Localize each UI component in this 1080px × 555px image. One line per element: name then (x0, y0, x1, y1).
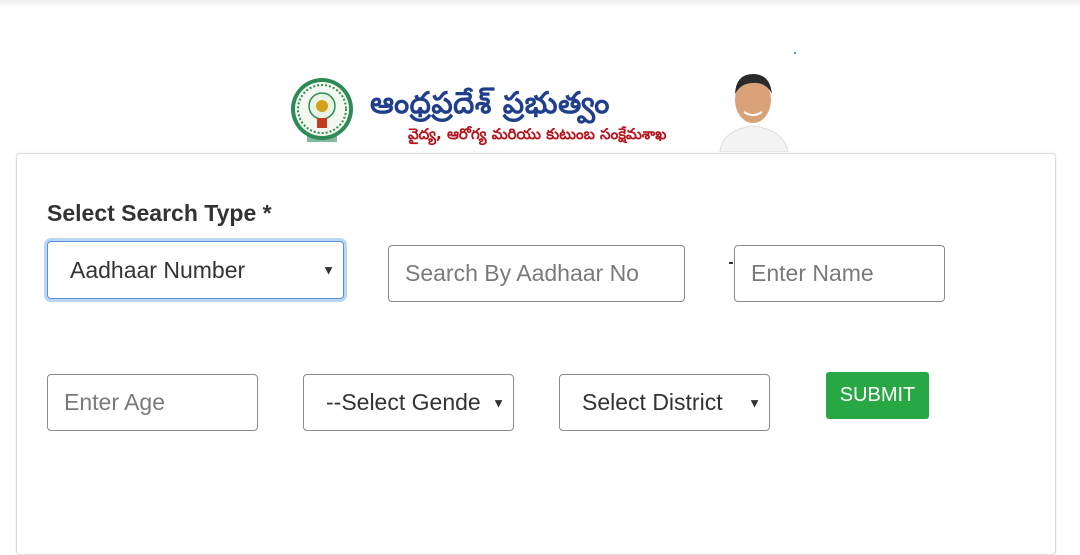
gender-select[interactable]: --Select Gende ▼ (303, 374, 514, 431)
decorative-dot (794, 52, 796, 54)
page-header: ఆంధ్రప్రదేశ్ ప్రభుత్వం వైద్య, ఆరోగ్య మరి… (0, 62, 1080, 152)
aadhaar-search-input[interactable]: Search By Aadhaar No (388, 245, 685, 302)
name-input[interactable]: Enter Name (734, 245, 945, 302)
header-title: ఆంధ్రప్రదేశ్ ప్రభుత్వం (370, 86, 610, 121)
age-placeholder: Enter Age (64, 389, 166, 415)
search-type-select[interactable]: Aadhaar Number ▼ (47, 241, 344, 299)
name-placeholder: Enter Name (751, 260, 874, 286)
search-type-value: Aadhaar Number (70, 256, 246, 283)
district-value: Select District (582, 389, 723, 415)
district-select[interactable]: Select District ▼ (559, 374, 770, 431)
chevron-down-icon: ▼ (748, 395, 761, 410)
emblem-icon (291, 78, 353, 142)
top-bar (0, 0, 1080, 8)
portrait-icon (712, 66, 794, 152)
submit-button[interactable]: SUBMIT (826, 372, 929, 419)
gender-value: --Select Gende (326, 389, 481, 415)
search-type-label: Select Search Type * (47, 200, 272, 226)
chevron-down-icon: ▼ (492, 395, 505, 410)
header-subtitle: వైద్య, ఆరోగ్య మరియు కుటుంబ సంక్షేమశాఖ (408, 125, 667, 143)
decorative-tick (729, 262, 733, 264)
age-input[interactable]: Enter Age (47, 374, 258, 431)
aadhaar-placeholder: Search By Aadhaar No (405, 260, 639, 286)
chevron-down-icon: ▼ (322, 262, 335, 278)
